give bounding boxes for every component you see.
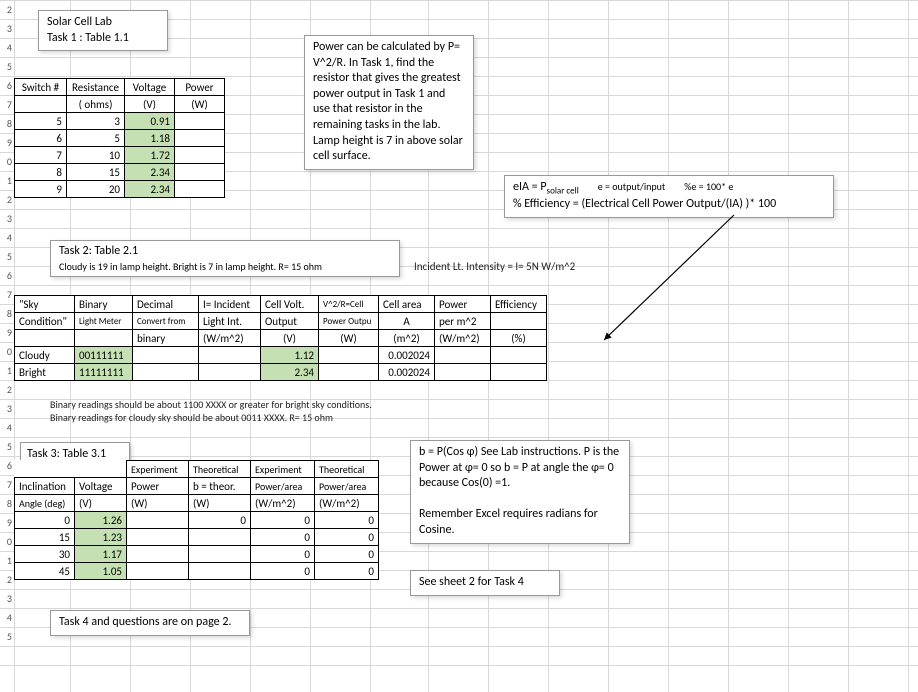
power-note: Power can be calculated by P= V^2/R. In … (304, 35, 474, 170)
arrow-icon (594, 210, 754, 350)
t1-h-switch[interactable]: Switch # (15, 79, 67, 96)
task3-table: Experiment Theoretical Experiment Theore… (14, 460, 379, 580)
row-headers: 2345678901234567890123456789012345 (0, 0, 14, 646)
t1-h-res[interactable]: Resistance (67, 79, 125, 96)
t1-h-p[interactable]: Power (175, 79, 225, 96)
task4-note: Task 4 and questions are on page 2. (50, 610, 250, 636)
cos-note: b = P(Cos φ) See Lab instructions. P is … (410, 440, 630, 544)
task1-table: Switch # Resistance Voltage Power ( ohms… (14, 78, 225, 198)
binary-note: Binary readings should be about 1100 XXX… (50, 398, 372, 424)
incident-note: Incident Lt. Intensity = I= 5N W/m^2 (414, 260, 575, 273)
task2-table: "Sky Binary Decimal I= Incident Cell Vol… (14, 295, 547, 381)
sheet2-note: See sheet 2 for Task 4 (410, 570, 560, 596)
title-box: Solar Cell Lab Task 1 : Table 1.1 (38, 10, 168, 51)
task2-title-box: Task 2: Table 2.1 Cloudy is 19 in lamp h… (50, 240, 400, 277)
title-l2: Task 1 : Table 1.1 (47, 31, 159, 47)
title-l1: Solar Cell Lab (47, 15, 159, 31)
t1-h-v[interactable]: Voltage (125, 79, 175, 96)
